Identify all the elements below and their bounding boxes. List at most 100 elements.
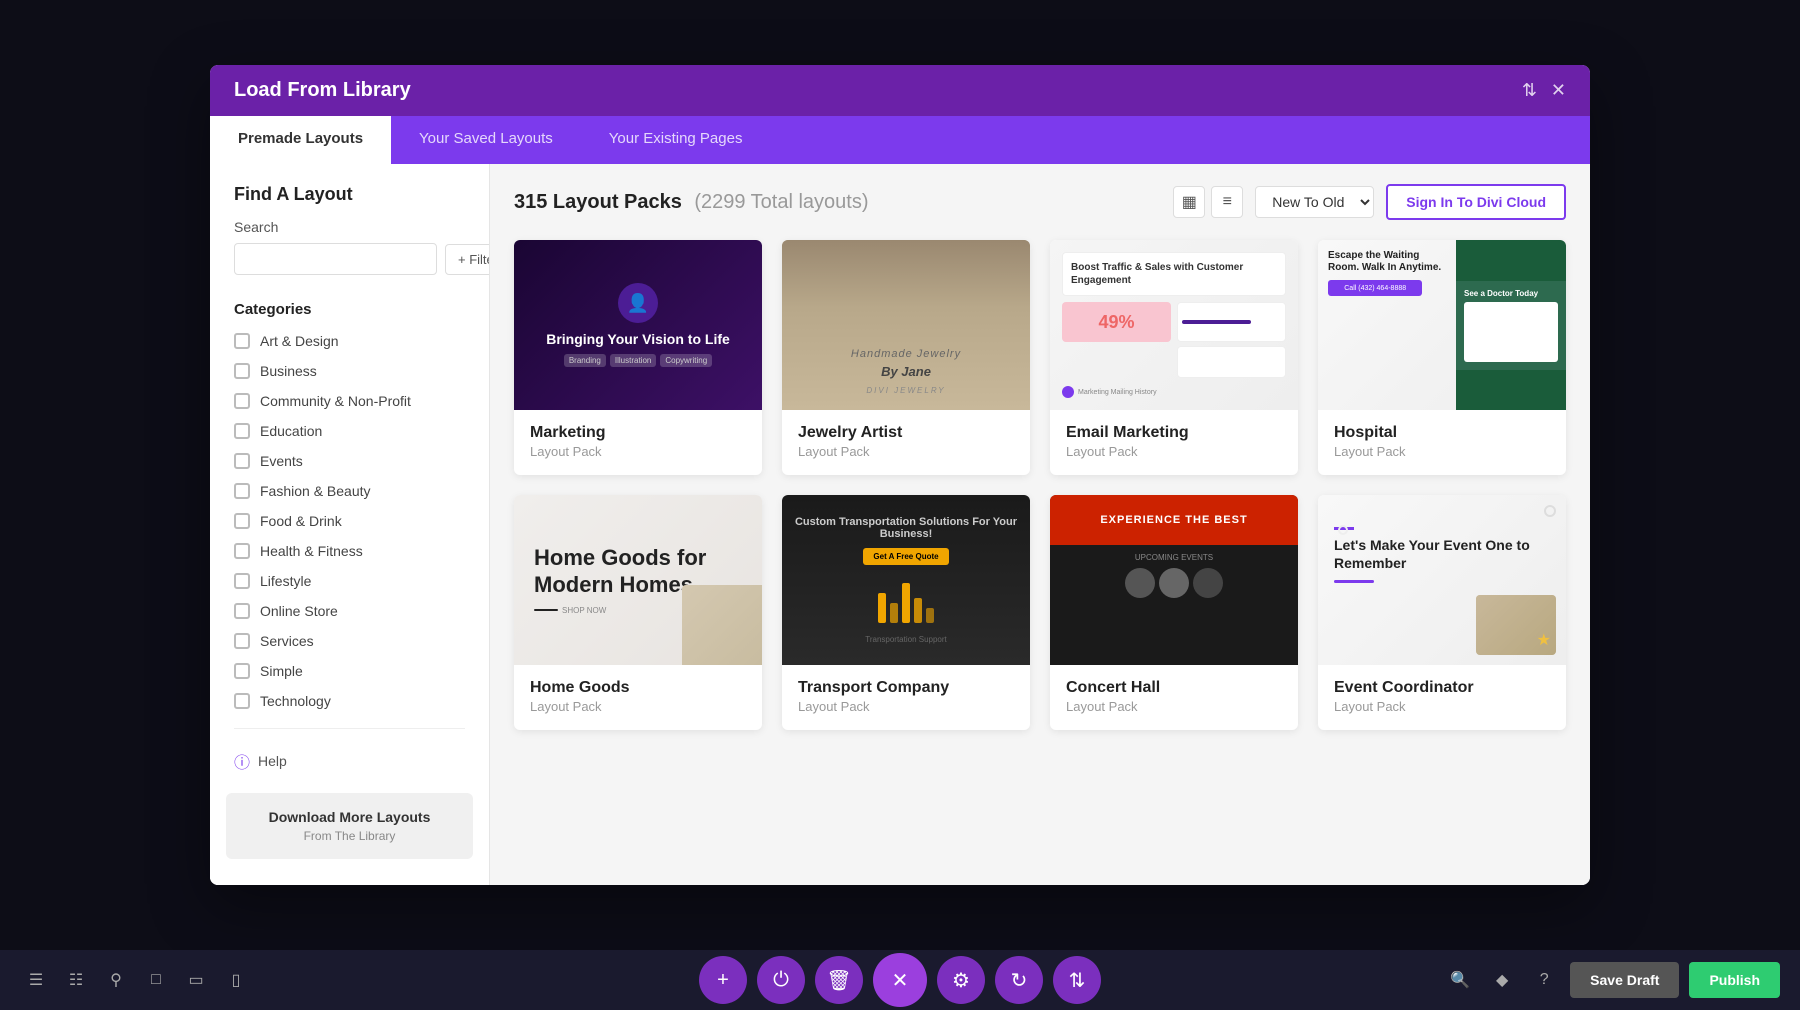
layout-name: Event Coordinator bbox=[1334, 679, 1550, 697]
category-art-design[interactable]: Art & Design bbox=[210, 326, 489, 356]
category-checkbox[interactable] bbox=[234, 333, 250, 349]
desktop-icon[interactable]: □ bbox=[140, 964, 172, 996]
left-tools: ☰ ☷ ⚲ □ ▭ ▯ bbox=[20, 964, 252, 996]
category-food-drink[interactable]: Food & Drink bbox=[210, 506, 489, 536]
concert-avatar bbox=[1193, 568, 1223, 598]
content-header: 315 Layout Packs (2299 Total layouts) ▦ … bbox=[514, 184, 1566, 220]
sidebar: Find A Layout Search + Filter Categories… bbox=[210, 164, 490, 885]
category-checkbox[interactable] bbox=[234, 603, 250, 619]
settings-button[interactable]: ⚙ bbox=[937, 956, 985, 1004]
layout-info: Jewelry Artist Layout Pack bbox=[782, 410, 1030, 475]
close-button[interactable]: ✕ bbox=[873, 953, 927, 1007]
save-draft-button[interactable]: Save Draft bbox=[1570, 962, 1679, 998]
email-thumbnail: Boost Traffic & Sales with Customer Enga… bbox=[1050, 240, 1298, 410]
layout-thumbnail: EXPERIENCE THE BEST UPCOMING EVENTS bbox=[1050, 495, 1298, 665]
tab-saved[interactable]: Your Saved Layouts bbox=[391, 116, 581, 164]
download-title: Download More Layouts bbox=[242, 809, 457, 825]
category-online-store[interactable]: Online Store bbox=[210, 596, 489, 626]
category-community[interactable]: Community & Non-Profit bbox=[210, 386, 489, 416]
category-fashion-beauty[interactable]: Fashion & Beauty bbox=[210, 476, 489, 506]
close-modal-icon[interactable]: ✕ bbox=[1551, 80, 1566, 101]
event-circle1 bbox=[1544, 505, 1556, 517]
category-checkbox[interactable] bbox=[234, 423, 250, 439]
list-view-button[interactable]: ≡ bbox=[1211, 186, 1243, 218]
concert-avatars bbox=[1058, 568, 1290, 598]
category-education[interactable]: Education bbox=[210, 416, 489, 446]
layout-card-marketing[interactable]: 👤 Bringing Your Vision to Life Branding … bbox=[514, 240, 762, 475]
category-checkbox[interactable] bbox=[234, 363, 250, 379]
category-label: Community & Non-Profit bbox=[260, 393, 411, 409]
concert-avatar bbox=[1125, 568, 1155, 598]
layout-card-event[interactable]: Let's Make Your Event One to Remember ★ bbox=[1318, 495, 1566, 730]
concert-content: EXPERIENCE THE BEST UPCOMING EVENTS bbox=[1050, 495, 1298, 665]
filter-button[interactable]: + Filter bbox=[445, 244, 490, 275]
diamond-icon[interactable]: ◆ bbox=[1486, 964, 1518, 996]
category-events[interactable]: Events bbox=[210, 446, 489, 476]
email-header: Boost Traffic & Sales with Customer Enga… bbox=[1062, 252, 1286, 296]
sort-header-icon[interactable]: ⇅ bbox=[1522, 80, 1537, 101]
tab-premade[interactable]: Premade Layouts bbox=[210, 116, 391, 164]
category-services[interactable]: Services bbox=[210, 626, 489, 656]
search-icon[interactable]: 🔍 bbox=[1444, 964, 1476, 996]
mobile-icon[interactable]: ▯ bbox=[220, 964, 252, 996]
hospital-content: Escape the Waiting Room. Walk In Anytime… bbox=[1318, 240, 1566, 410]
hospital-cta: Call (432) 464-8888 bbox=[1328, 280, 1422, 296]
layout-type: Layout Pack bbox=[530, 444, 746, 459]
layout-card-jewelry[interactable]: Handmade Jewelry By Jane DIVI JEWELRY Je… bbox=[782, 240, 1030, 475]
layout-icon[interactable]: ☷ bbox=[60, 964, 92, 996]
category-checkbox[interactable] bbox=[234, 663, 250, 679]
layouts-grid: 👤 Bringing Your Vision to Life Branding … bbox=[514, 240, 1566, 730]
help-row[interactable]: ⓘ Help bbox=[210, 741, 489, 781]
category-technology[interactable]: Technology bbox=[210, 686, 489, 716]
category-label: Food & Drink bbox=[260, 513, 342, 529]
layout-thumbnail: 👤 Bringing Your Vision to Life Branding … bbox=[514, 240, 762, 410]
grid-view-button[interactable]: ▦ bbox=[1173, 186, 1205, 218]
layout-card-email[interactable]: Boost Traffic & Sales with Customer Enga… bbox=[1050, 240, 1298, 475]
email-header-text: Boost Traffic & Sales with Customer Enga… bbox=[1071, 261, 1277, 287]
category-simple[interactable]: Simple bbox=[210, 656, 489, 686]
category-checkbox[interactable] bbox=[234, 483, 250, 499]
email-content: Boost Traffic & Sales with Customer Enga… bbox=[1050, 240, 1298, 410]
marketing-thumb-text: 👤 Bringing Your Vision to Life Branding … bbox=[536, 273, 740, 377]
layout-info: Event Coordinator Layout Pack bbox=[1318, 665, 1566, 730]
layout-info: Home Goods Layout Pack bbox=[514, 665, 762, 730]
tablet-icon[interactable]: ▭ bbox=[180, 964, 212, 996]
menu-icon[interactable]: ☰ bbox=[20, 964, 52, 996]
category-checkbox[interactable] bbox=[234, 513, 250, 529]
sort-button[interactable]: ⇅ bbox=[1053, 956, 1101, 1004]
undo-button[interactable]: ↻ bbox=[995, 956, 1043, 1004]
search-tool-icon[interactable]: ⚲ bbox=[100, 964, 132, 996]
category-health-fitness[interactable]: Health & Fitness bbox=[210, 536, 489, 566]
help-icon[interactable]: ? bbox=[1528, 964, 1560, 996]
category-checkbox[interactable] bbox=[234, 453, 250, 469]
sign-in-divi-cloud-button[interactable]: Sign In To Divi Cloud bbox=[1386, 184, 1566, 220]
publish-button[interactable]: Publish bbox=[1689, 962, 1780, 998]
download-box: Download More Layouts From The Library bbox=[226, 793, 473, 859]
event-thumbnail: Let's Make Your Event One to Remember ★ bbox=[1318, 495, 1566, 665]
layout-info: Concert Hall Layout Pack bbox=[1050, 665, 1298, 730]
transport-visual bbox=[878, 583, 934, 623]
transport-content: Custom Transportation Solutions For Your… bbox=[782, 495, 1030, 665]
layout-card-homegoods[interactable]: Home Goods for Modern Homes SHOP NOW bbox=[514, 495, 762, 730]
sort-select[interactable]: New To Old Old To New A to Z Z to A bbox=[1255, 186, 1374, 218]
category-lifestyle[interactable]: Lifestyle bbox=[210, 566, 489, 596]
category-checkbox[interactable] bbox=[234, 693, 250, 709]
power-button[interactable]: ⏻ bbox=[757, 956, 805, 1004]
layout-info: Transport Company Layout Pack bbox=[782, 665, 1030, 730]
category-label: Events bbox=[260, 453, 303, 469]
category-checkbox[interactable] bbox=[234, 543, 250, 559]
category-checkbox[interactable] bbox=[234, 393, 250, 409]
category-business[interactable]: Business bbox=[210, 356, 489, 386]
delete-button[interactable]: 🗑 bbox=[815, 956, 863, 1004]
category-checkbox[interactable] bbox=[234, 633, 250, 649]
category-label: Fashion & Beauty bbox=[260, 483, 371, 499]
search-input[interactable] bbox=[234, 243, 437, 275]
category-label: Simple bbox=[260, 663, 303, 679]
layout-card-transport[interactable]: Custom Transportation Solutions For Your… bbox=[782, 495, 1030, 730]
tab-existing[interactable]: Your Existing Pages bbox=[581, 116, 771, 164]
email-chart2 bbox=[1177, 346, 1286, 378]
layout-card-concert[interactable]: EXPERIENCE THE BEST UPCOMING EVENTS bbox=[1050, 495, 1298, 730]
category-checkbox[interactable] bbox=[234, 573, 250, 589]
add-button[interactable]: + bbox=[699, 956, 747, 1004]
layout-card-hospital[interactable]: Escape the Waiting Room. Walk In Anytime… bbox=[1318, 240, 1566, 475]
